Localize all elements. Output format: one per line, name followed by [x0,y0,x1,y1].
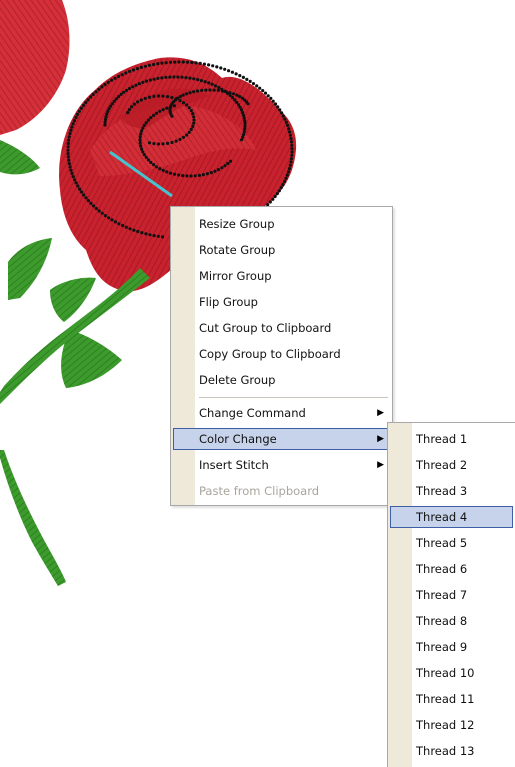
menu-item-label: Resize Group [199,217,275,231]
thread-item-9[interactable]: Thread 9 [390,636,513,658]
thread-label: Thread 1 [416,432,468,446]
menu-item-rotate-group[interactable]: Rotate Group [173,239,390,261]
thread-item-2[interactable]: Thread 2 [390,454,513,476]
menu-item-resize-group[interactable]: Resize Group [173,213,390,235]
menu-item-insert-stitch[interactable]: Insert Stitch ▶ [173,454,390,476]
thread-item-3[interactable]: Thread 3 [390,480,513,502]
thread-item-4[interactable]: Thread 4 [390,506,513,528]
menu-item-color-change[interactable]: Color Change ▶ [173,428,390,450]
menu-item-label: Insert Stitch [199,458,269,472]
menu-item-change-command[interactable]: Change Command ▶ [173,402,390,424]
thread-item-6[interactable]: Thread 6 [390,558,513,580]
menu-item-flip-group[interactable]: Flip Group [173,291,390,313]
leaf-shape [8,238,52,300]
thread-item-1[interactable]: Thread 1 [390,428,513,450]
menu-item-label: Delete Group [199,373,276,387]
leaf-shape [61,330,122,388]
thread-item-10[interactable]: Thread 10 [390,662,513,684]
menu-item-mirror-group[interactable]: Mirror Group [173,265,390,287]
menu-separator [199,397,388,398]
menu-item-label: Cut Group to Clipboard [199,321,332,335]
menu-item-cut-group[interactable]: Cut Group to Clipboard [173,317,390,339]
menu-item-copy-group[interactable]: Copy Group to Clipboard [173,343,390,365]
thread-label: Thread 8 [416,614,468,628]
menu-item-label: Rotate Group [199,243,276,257]
thread-item-7[interactable]: Thread 7 [390,584,513,606]
thread-label: Thread 10 [416,666,475,680]
thread-label: Thread 12 [416,718,475,732]
thread-label: Thread 3 [416,484,468,498]
leaf-shape [0,140,40,175]
menu-item-delete-group[interactable]: Delete Group [173,369,390,391]
menu-item-label: Paste from Clipboard [199,484,320,498]
thread-item-13[interactable]: Thread 13 [390,740,513,762]
thread-label: Thread 7 [416,588,468,602]
menu-item-label: Flip Group [199,295,258,309]
menu-item-label: Copy Group to Clipboard [199,347,341,361]
stem-shape [0,450,66,586]
menu-item-label: Mirror Group [199,269,272,283]
thread-label: Thread 5 [416,536,468,550]
menu-item-paste-from-clipboard: Paste from Clipboard [173,480,390,502]
triangle-right-icon: ▶ [377,460,384,470]
thread-item-11[interactable]: Thread 11 [390,688,513,710]
thread-item-5[interactable]: Thread 5 [390,532,513,554]
left-petal-shape [0,0,70,135]
color-change-submenu: Thread 1 Thread 2 Thread 3 Thread 4 Thre… [387,422,515,767]
thread-item-12[interactable]: Thread 12 [390,714,513,736]
embroidery-canvas[interactable]: Resize Group Rotate Group Mirror Group F… [0,0,515,767]
triangle-right-icon: ▶ [377,408,384,418]
menu-item-label: Change Command [199,406,306,420]
thread-item-8[interactable]: Thread 8 [390,610,513,632]
triangle-right-icon: ▶ [377,434,384,444]
thread-label: Thread 13 [416,744,475,758]
thread-label: Thread 6 [416,562,468,576]
thread-label: Thread 11 [416,692,475,706]
thread-label: Thread 9 [416,640,468,654]
menu-item-label: Color Change [199,432,277,446]
context-menu: Resize Group Rotate Group Mirror Group F… [170,206,393,506]
thread-label: Thread 2 [416,458,468,472]
thread-label: Thread 4 [416,510,468,524]
